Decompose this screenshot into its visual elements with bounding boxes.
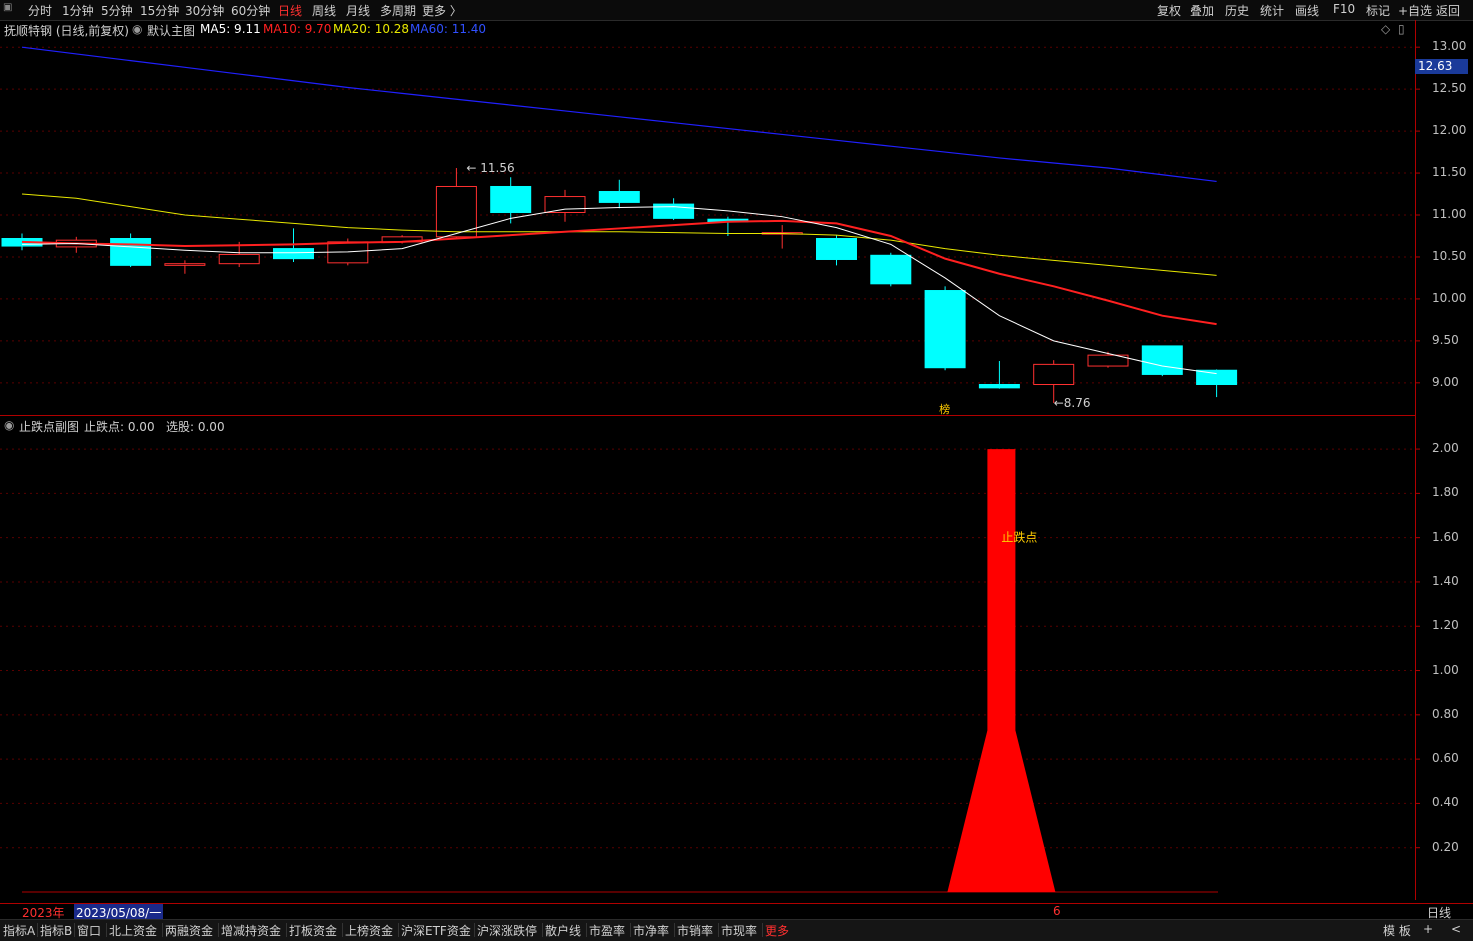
indicator-tabs-bar: 指标A 指标B 窗口 北上资金 两融资金 增减持资金 打板资金 上榜资金 沪深ETF资金 沪深涨跌… [0,919,1473,941]
tab-separator [106,923,107,937]
bottom-tab-9[interactable]: 沪深涨跌停 [477,922,537,939]
main-panel-divider [0,415,1415,416]
stop-fall-label: 止跌点 [1001,530,1037,545]
bottom-tab-14[interactable]: 市现率 [721,922,757,939]
bottom-tab-13[interactable]: 市销率 [677,922,713,939]
candle [598,191,640,203]
ma10-line [21,219,1217,326]
tab-separator [286,923,287,937]
low-price-label: ←8.76 [1054,396,1091,410]
candle [490,185,532,213]
candle [273,248,314,260]
candle [978,384,1020,389]
price-tick: 10.50 [1432,248,1467,263]
price-tick: 10.00 [1432,290,1467,305]
tab-separator [542,923,543,937]
candle [816,238,857,260]
candle [218,253,260,265]
high-price-label: ← 11.56 [466,161,514,175]
tab-separator [342,923,343,937]
bottom-right-button-0[interactable]: 模 板 [1383,922,1411,939]
month-mark: 6 [1053,904,1061,918]
candle [924,290,966,369]
price-tick: 13.00 [1432,39,1467,54]
sub-tick: 0.20 [1432,839,1459,854]
price-axis-frame [1415,20,1416,900]
sub-indicator-settings-icon[interactable]: ◉ [4,418,14,432]
bottom-tab-4[interactable]: 两融资金 [165,922,213,939]
sub-value-select: 选股: 0.00 [166,420,225,434]
bottom-tab-1[interactable]: 指标B [40,922,72,939]
price-tick: 12.00 [1432,123,1467,138]
sub-indicator-name[interactable]: 止跌点副图 [19,418,79,435]
tab-separator [474,923,475,937]
ma60-line [21,46,1217,183]
sub-tick: 0.60 [1432,751,1459,766]
sub-tick: 1.00 [1432,662,1459,677]
candle [544,196,586,213]
candle [870,254,912,285]
time-axis: 2023年 2023/05/08/一 6 日线 [0,903,1473,921]
bottom-right-button-1[interactable]: + [1423,922,1433,936]
tab-separator [218,923,219,937]
price-tick: 11.50 [1432,165,1467,180]
bottom-tab-15[interactable]: 更多 [765,922,789,939]
price-tick: 9.00 [1432,374,1459,389]
sub-tick: 1.40 [1432,573,1459,588]
bottom-tab-12[interactable]: 市净率 [633,922,669,939]
candle [1141,345,1183,375]
sub-tick: 1.60 [1432,529,1459,544]
price-tick: 9.50 [1432,332,1459,347]
kline-chart[interactable]: ← 11.56 ←8.76 榜止跌点 [0,0,1473,940]
candle [110,238,152,266]
bottom-tab-7[interactable]: 上榜资金 [345,922,393,939]
sub-tick: 1.80 [1432,485,1459,500]
price-tick: 11.00 [1432,207,1467,221]
bottom-tab-11[interactable]: 市盈率 [589,922,625,939]
bottom-tab-10[interactable]: 散户线 [545,922,581,939]
tab-separator [630,923,631,937]
sub-tick: 2.00 [1432,441,1459,456]
tab-separator [74,923,75,937]
bottom-tab-3[interactable]: 北上资金 [109,922,157,939]
tab-separator [762,923,763,937]
tab-separator [37,923,38,937]
bottom-tab-6[interactable]: 打板资金 [289,922,337,939]
tab-separator [674,923,675,937]
candle [1196,369,1238,386]
tab-separator [718,923,719,937]
bottom-tab-0[interactable]: 指标A [3,922,35,939]
bottom-tab-2[interactable]: 窗口 [77,922,101,939]
sub-tick: 0.40 [1432,795,1459,810]
candle [164,263,206,266]
current-price-label: 12.63 [1415,59,1468,74]
bottom-right-button-2[interactable]: < [1451,922,1461,936]
sub-tick: 0.80 [1432,706,1459,721]
bottom-tab-8[interactable]: 沪深ETF资金 [401,922,471,939]
sub-value-stop: 止跌点: 0.00 [84,420,155,434]
price-tick: 12.50 [1432,81,1467,96]
tab-separator [162,923,163,937]
tab-separator [586,923,587,937]
signal-marker: 榜 [939,402,950,416]
tab-separator [398,923,399,937]
bottom-tab-5[interactable]: 增减持资金 [221,922,281,939]
candle [1033,363,1075,386]
sub-tick: 1.20 [1432,618,1459,633]
